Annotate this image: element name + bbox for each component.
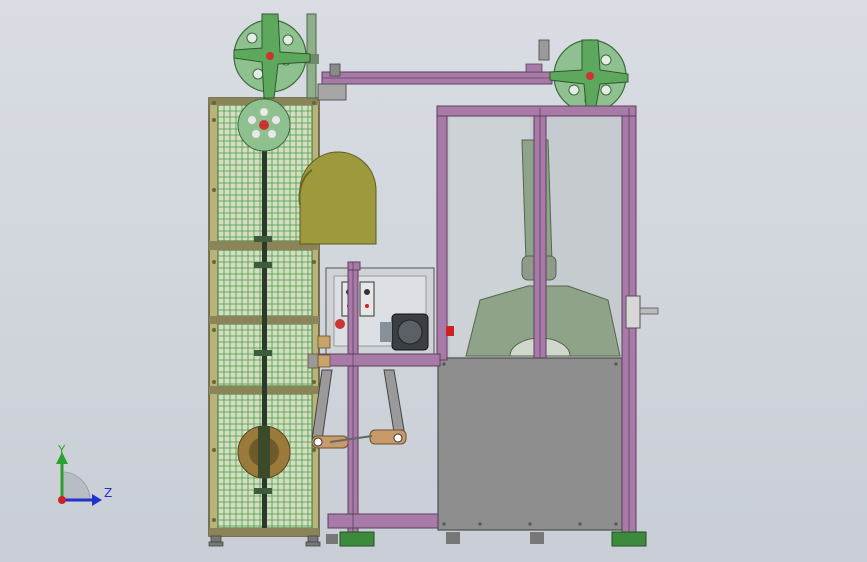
reel-cover bbox=[298, 151, 377, 245]
left-guard-tower bbox=[208, 97, 321, 547]
right-payoff-reel bbox=[549, 39, 629, 113]
y-axis-label: Y bbox=[57, 443, 66, 457]
top-traverse-beam bbox=[304, 13, 553, 101]
upper-inner-reel bbox=[237, 98, 291, 152]
z-axis-label: Z bbox=[104, 486, 112, 500]
origin-marker bbox=[58, 496, 66, 504]
lower-inner-reel bbox=[237, 425, 291, 479]
right-swing-arm bbox=[329, 369, 407, 445]
coordinate-triad: Y Z bbox=[56, 443, 112, 506]
cad-viewport[interactable]: Y Z bbox=[0, 0, 867, 562]
right-cabinet bbox=[436, 105, 659, 547]
centre-base bbox=[326, 531, 375, 547]
left-payoff-reel bbox=[233, 13, 311, 99]
